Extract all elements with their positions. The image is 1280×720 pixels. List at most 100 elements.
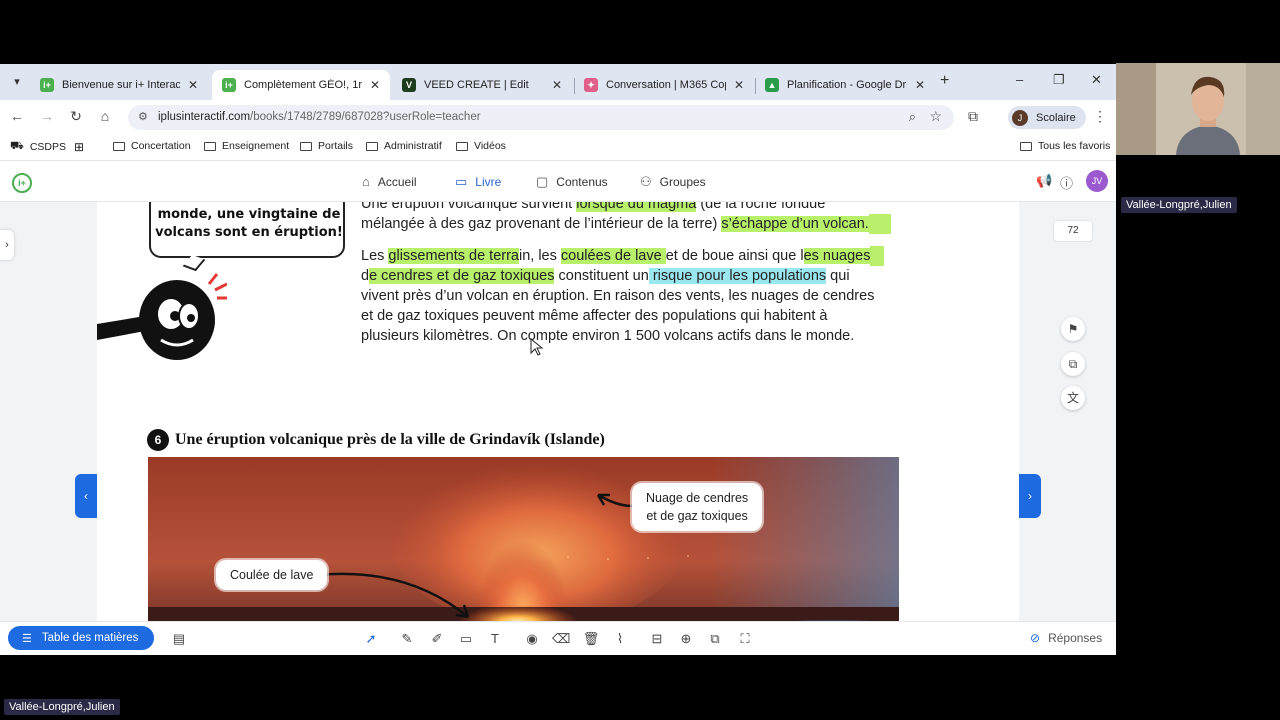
dual-page-icon[interactable]: ⧉	[706, 631, 724, 647]
bookmark-enseignement[interactable]: Enseignement	[204, 140, 289, 152]
page-number-field[interactable]: 72	[1053, 220, 1093, 242]
content-area: › monde, une vingtaine de volcans sont e…	[0, 202, 1116, 621]
tab-complement-geo[interactable]: i+ Complètement GÉO!, 1re sec ✕	[212, 70, 390, 100]
bookmark-videos[interactable]: Vidéos	[456, 140, 506, 152]
bookmark-label: Administratif	[384, 140, 442, 152]
veed-favicon-icon: V	[402, 78, 416, 92]
url-text[interactable]: iplusinteractif.com/books/1748/2789/6870…	[158, 111, 481, 123]
restore-button[interactable]: ❐	[1053, 72, 1065, 88]
nav-groupes[interactable]: ⚇ Groupes	[640, 174, 706, 190]
profile-button[interactable]: J Scolaire	[1008, 106, 1086, 129]
bookmark-portails[interactable]: Portails	[300, 140, 353, 152]
iplus-logo-icon[interactable]: i+	[12, 173, 32, 193]
bookmark-concertation[interactable]: Concertation	[113, 140, 191, 152]
folder-icon	[204, 141, 216, 151]
nav-accueil[interactable]: ⌂ Accueil	[362, 174, 417, 189]
bookmark-label: Portails	[318, 140, 354, 152]
extensions-icon[interactable]: ⧉	[968, 108, 978, 125]
visibility-icon[interactable]: ◉	[523, 631, 541, 647]
tab-bienvenue[interactable]: i+ Bienvenue sur i+ Interactif ✕	[30, 70, 208, 100]
bookmark-label: CSDPS	[29, 141, 67, 153]
drive-favicon-icon: ▲	[765, 78, 779, 92]
browser-menu-icon[interactable]: ⋮	[1093, 108, 1107, 125]
text-span: (de la roche fondue	[696, 202, 826, 212]
highlighter-tool-icon[interactable]: ✐	[428, 631, 446, 647]
copilot-favicon-icon: ✦	[584, 78, 598, 92]
fit-page-icon[interactable]: ⊟	[648, 631, 666, 647]
close-tab-icon[interactable]: ✕	[915, 78, 925, 92]
back-arrow-icon[interactable]: ←	[8, 108, 26, 124]
iplus-favicon-icon: i+	[222, 78, 236, 92]
folder-icon	[366, 141, 378, 151]
expand-sidebar-icon[interactable]: ›	[0, 230, 14, 260]
reload-icon[interactable]: ↻	[67, 108, 85, 125]
text-span: et de boue ainsi que l	[665, 248, 804, 264]
tab-bar: ▾ i+ Bienvenue sur i+ Interactif ✕ i+ Co…	[0, 64, 1116, 100]
user-avatar[interactable]: JV	[1086, 170, 1108, 192]
text-tool-icon[interactable]: T	[486, 631, 504, 646]
bookmark-icon[interactable]: ⚑	[1061, 317, 1085, 341]
home-icon: ⌂	[362, 174, 370, 189]
trash-icon[interactable]: 🗑	[582, 631, 600, 647]
new-tab-button[interactable]: +	[940, 72, 949, 90]
volcano-photo: Nuage de cendres et de gaz toxiques Coul…	[148, 457, 899, 621]
attachment-icon[interactable]: ⌇	[611, 631, 629, 647]
home-icon[interactable]: ⌂	[96, 108, 114, 124]
tab-veed[interactable]: V VEED CREATE | Edit ✕	[392, 70, 572, 100]
eraser-icon[interactable]: ⌫	[552, 631, 570, 647]
pen-tool-icon[interactable]: ✎	[398, 631, 416, 647]
zoom-in-icon[interactable]: ⊕	[677, 631, 695, 647]
text-span: d	[361, 268, 370, 284]
paragraph-eruption: Une éruption volcanique survient lorsque…	[361, 202, 921, 234]
layers-icon[interactable]: ⧉	[1061, 352, 1085, 376]
bookmark-label: Enseignement	[222, 140, 290, 152]
zoom-icon[interactable]: ⌕	[909, 109, 916, 125]
cartoon-character	[97, 273, 227, 360]
book-page: monde, une vingtaine de volcans sont en …	[97, 202, 1019, 621]
folder-icon	[456, 141, 468, 151]
announcement-icon[interactable]: 📢	[1036, 173, 1052, 189]
close-tab-icon[interactable]: ✕	[734, 78, 744, 92]
help-icon[interactable]: ⓘ	[1060, 173, 1073, 192]
folder-icon: ▢	[536, 174, 549, 189]
comment-tool-icon[interactable]: ▭	[457, 631, 475, 647]
close-tab-icon[interactable]: ✕	[188, 78, 198, 92]
minimize-button[interactable]: –	[1016, 72, 1023, 87]
highlight-green: glissements de terra	[388, 248, 519, 264]
list-icon: ☰	[22, 632, 32, 645]
highlight-green: s’échappe d’un volcan.	[721, 216, 869, 232]
pointer-tool-icon[interactable]: ➚	[362, 631, 380, 647]
nav-livre[interactable]: ▭ Livre	[455, 174, 501, 190]
text-span: qui	[826, 268, 850, 284]
apps-grid-icon[interactable]: ⊞	[74, 140, 84, 154]
nav-label: Accueil	[377, 174, 417, 189]
translate-icon[interactable]: 文	[1061, 386, 1085, 410]
answers-button[interactable]: ⊘ Réponses	[1020, 626, 1112, 650]
tab-google-drive[interactable]: ▲ Planification - Google Drive ✕	[755, 70, 935, 100]
fullscreen-icon[interactable]: ⛶	[736, 631, 754, 647]
tab-search-icon[interactable]: ▾	[8, 73, 26, 91]
highlight-green: lorsque du magma	[576, 202, 697, 212]
folder-icon	[300, 141, 312, 151]
site-info-icon[interactable]: ⚙	[138, 110, 148, 123]
previous-page-button[interactable]: ‹	[75, 474, 97, 518]
book-icon: ▭	[455, 174, 468, 189]
notes-icon[interactable]: ▤	[170, 631, 188, 647]
highlight-green: e cendres et de gaz toxiques	[369, 268, 555, 284]
bubble-line: volcans sont en éruption!	[155, 225, 343, 240]
nav-contenus[interactable]: ▢ Contenus	[536, 174, 608, 190]
bookmark-administratif[interactable]: Administratif	[366, 140, 442, 152]
all-bookmarks[interactable]: Tous les favoris	[1020, 140, 1110, 152]
tab-copilot[interactable]: ✦ Conversation | M365 Copilot ✕	[574, 70, 754, 100]
bookmark-star-icon[interactable]: ☆	[929, 108, 942, 125]
close-tab-icon[interactable]: ✕	[370, 78, 380, 92]
next-page-button[interactable]: ›	[1019, 474, 1041, 518]
address-bar[interactable]: ⚙ iplusinteractif.com/books/1748/2789/68…	[128, 105, 954, 130]
close-tab-icon[interactable]: ✕	[552, 78, 562, 92]
forward-arrow-icon[interactable]: →	[38, 108, 56, 124]
bookmark-csdps[interactable]: ⛟ CSDPS	[10, 140, 66, 154]
folder-icon	[113, 141, 125, 151]
close-window-button[interactable]: ✕	[1091, 72, 1102, 88]
figure-title: 6 Une éruption volcanique près de la vil…	[147, 429, 605, 451]
table-of-contents-button[interactable]: ☰ Table des matières	[8, 626, 154, 650]
